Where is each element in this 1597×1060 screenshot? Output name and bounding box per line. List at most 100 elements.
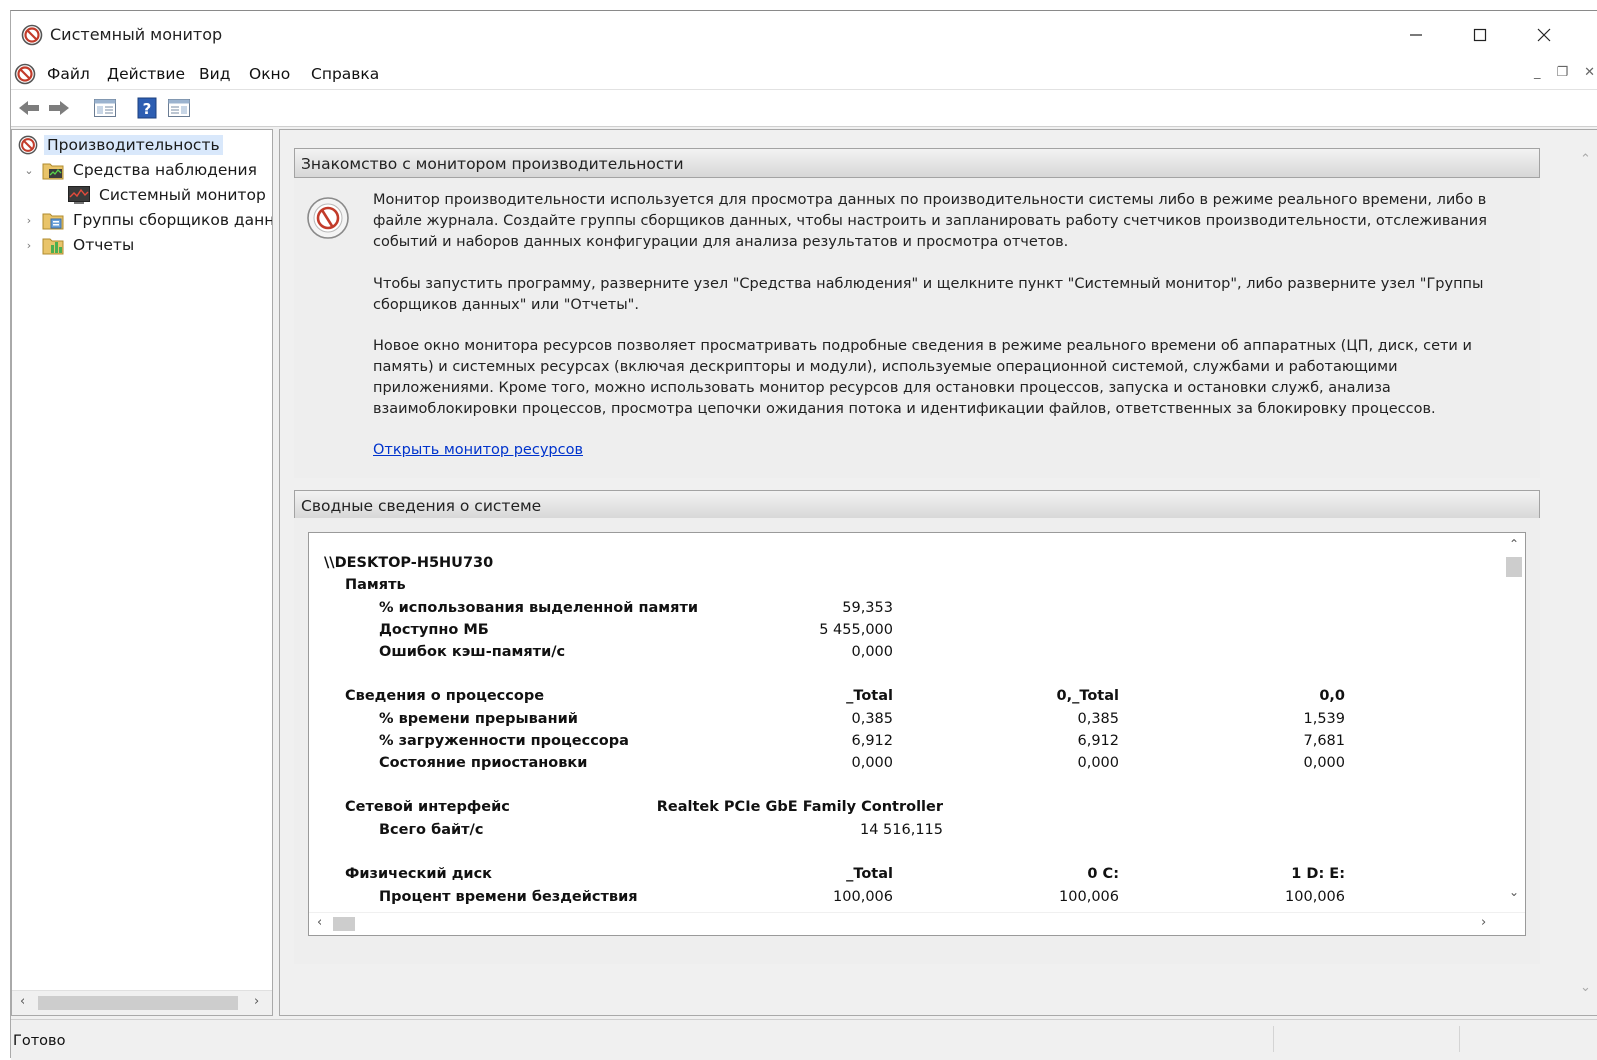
minimize-icon	[1410, 34, 1422, 36]
intro-paragraph-3: Новое окно монитора ресурсов позволяет п…	[373, 338, 1472, 417]
collapsed-chevron-icon[interactable]: ›	[22, 214, 36, 227]
tree-horizontal-scrollbar[interactable]: ‹ ›	[12, 990, 272, 1015]
cpu-row-value: 0,000	[1077, 755, 1119, 771]
help-icon: ?	[137, 97, 157, 119]
back-button[interactable]	[17, 97, 41, 119]
scrollbar-thumb[interactable]	[38, 996, 238, 1010]
reports-icon	[42, 235, 64, 255]
details-pane: Знакомство с монитором производительност…	[279, 129, 1597, 1016]
cpu-row-value: 0,000	[851, 755, 893, 771]
intro-paragraph-1: Монитор производительности используется …	[373, 192, 1487, 250]
status-divider	[1459, 1026, 1460, 1052]
disk-column-header: _Total	[846, 866, 893, 882]
network-group-title: Сетевой интерфейс	[345, 799, 510, 815]
mdi-close-icon[interactable]: ✕	[1584, 65, 1595, 80]
cpu-column-header: 0,0	[1319, 688, 1345, 704]
summary-section: \\DESKTOP-H5HU730 Память % использования…	[294, 518, 1540, 964]
menu-view[interactable]: Вид	[199, 65, 230, 83]
window-title: Системный монитор	[50, 25, 223, 44]
disk-column-header: 0 C:	[1087, 866, 1119, 882]
system-summary-panel[interactable]: \\DESKTOP-H5HU730 Память % использования…	[308, 532, 1526, 936]
cpu-row-value: 6,912	[851, 733, 893, 749]
back-arrow-icon	[19, 101, 39, 115]
tree-item-data-collector-sets[interactable]: › Группы сборщиков данных	[22, 208, 272, 232]
mdi-minimize-icon[interactable]: _	[1534, 65, 1541, 80]
show-hide-console-tree-button[interactable]	[93, 97, 117, 119]
network-row-value: 14 516,115	[859, 822, 943, 838]
menu-help[interactable]: Справка	[311, 65, 379, 83]
scrollbar-thumb[interactable]	[1506, 557, 1522, 577]
scroll-down-icon[interactable]: ⌄	[1509, 885, 1519, 899]
summary-section-header: Сводные сведения о системе	[294, 490, 1540, 520]
tree-item-reports[interactable]: › Отчеты	[22, 233, 137, 257]
memory-row-label: % использования выделенной памяти	[379, 600, 699, 616]
forward-button[interactable]	[47, 97, 71, 119]
system-monitor-icon	[68, 186, 90, 204]
close-button[interactable]	[1512, 11, 1576, 59]
maximize-button[interactable]	[1448, 11, 1512, 59]
menu-bar: Файл Действие Вид Окно Справка _ ❐ ✕	[11, 59, 1597, 90]
memory-row-value: 59,353	[842, 600, 893, 616]
cpu-row-value: 0,000	[1303, 755, 1345, 771]
tree-item-label: Системный монитор	[99, 186, 266, 204]
scroll-left-icon[interactable]: ‹	[20, 994, 25, 1009]
collapsed-chevron-icon[interactable]: ›	[22, 239, 36, 252]
svg-text:?: ?	[143, 100, 152, 118]
status-text: Готово	[13, 1033, 66, 1049]
tree-item-label: Производительность	[44, 135, 223, 155]
action-pane-icon	[168, 99, 190, 117]
status-bar: Готово	[11, 1019, 1597, 1060]
cpu-row-value: 0,385	[851, 711, 893, 727]
console-tree: Производительность ⌄ Средства наблюдения…	[11, 129, 273, 1016]
memory-row-value: 0,000	[851, 644, 893, 660]
network-row-label: Всего байт/с	[379, 822, 484, 838]
mdi-window-controls: _ ❐ ✕	[1534, 65, 1597, 80]
menu-file[interactable]: Файл	[47, 65, 90, 83]
computer-name: \\DESKTOP-H5HU730	[324, 555, 494, 571]
mdi-restore-icon[interactable]: ❐	[1556, 65, 1568, 80]
summary-horizontal-scrollbar[interactable]: ‹ ›	[309, 912, 1525, 935]
cpu-row-value: 6,912	[1077, 733, 1119, 749]
scroll-right-icon[interactable]: ›	[254, 994, 259, 1009]
help-button[interactable]: ?	[135, 97, 159, 119]
summary-vertical-scrollbar[interactable]: ⌃ ⌄	[1503, 533, 1525, 935]
tree-item-monitoring-tools[interactable]: ⌄ Средства наблюдения	[22, 158, 260, 182]
cpu-row-label: % загруженности процессора	[379, 733, 629, 749]
cpu-row-value: 0,385	[1077, 711, 1119, 727]
app-window: Системный монитор Файл Действие Вид Окно…	[10, 10, 1597, 1060]
menu-action[interactable]: Действие	[107, 65, 185, 83]
tree-item-label: Группы сборщиков данных	[73, 211, 272, 229]
title-bar[interactable]: Системный монитор	[11, 11, 1597, 59]
tree-item-system-monitor[interactable]: Системный монитор	[68, 183, 269, 207]
expanded-chevron-icon[interactable]: ⌄	[22, 164, 36, 177]
cpu-row-label: % времени прерываний	[379, 711, 578, 727]
mdi-perfmon-icon[interactable]	[14, 63, 36, 89]
perfmon-icon	[21, 24, 43, 50]
intro-section-header: Знакомство с монитором производительност…	[294, 148, 1540, 178]
minimize-button[interactable]	[1384, 11, 1448, 59]
details-vertical-scrollbar[interactable]: ⌃ ⌄	[1576, 130, 1597, 1015]
intro-section: Монитор производительности используется …	[294, 178, 1540, 478]
scroll-right-icon[interactable]: ›	[1481, 915, 1486, 930]
disk-row-value: 100,006	[1285, 889, 1345, 905]
scroll-up-icon[interactable]: ⌃	[1580, 152, 1591, 167]
close-icon	[1537, 28, 1551, 42]
data-collector-sets-icon	[42, 210, 64, 230]
menu-window[interactable]: Окно	[249, 65, 290, 83]
forward-arrow-icon	[49, 101, 69, 115]
scroll-up-icon[interactable]: ⌃	[1509, 537, 1519, 551]
memory-row-label: Ошибок кэш-памяти/с	[379, 644, 566, 660]
intro-paragraph-2: Чтобы запустить программу, разверните уз…	[373, 276, 1484, 313]
show-hide-action-pane-button[interactable]	[167, 97, 191, 119]
monitoring-tools-icon	[42, 160, 64, 180]
network-adapter-name: Realtek PCIe GbE Family Controller	[656, 799, 943, 815]
memory-group-title: Память	[345, 577, 406, 593]
tree-item-performance[interactable]: Производительность	[18, 133, 223, 157]
open-resource-monitor-link[interactable]: Открыть монитор ресурсов	[373, 442, 583, 458]
scrollbar-thumb[interactable]	[333, 917, 355, 931]
scroll-left-icon[interactable]: ‹	[317, 915, 322, 930]
disk-group-title: Физический диск	[345, 866, 493, 882]
cpu-group-title: Сведения о процессоре	[345, 688, 545, 704]
scroll-down-icon[interactable]: ⌄	[1580, 980, 1591, 995]
disk-row-label: Процент времени бездействия	[379, 889, 638, 905]
